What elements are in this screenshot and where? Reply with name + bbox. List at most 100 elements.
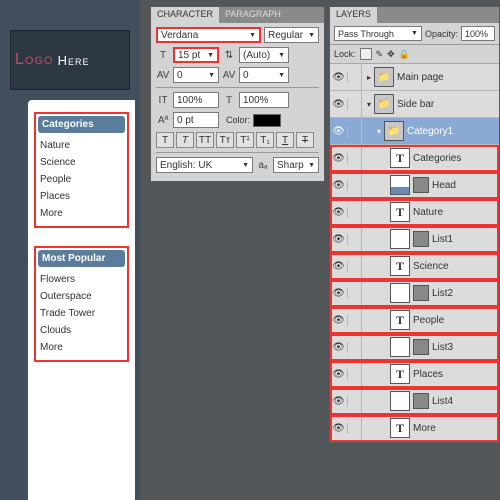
- list-item: Nature: [40, 137, 123, 154]
- lock-transparent-button[interactable]: [360, 48, 372, 60]
- baseline-value: 0 pt: [177, 115, 194, 126]
- tab-character[interactable]: CHARACTER: [151, 7, 219, 23]
- leading-icon: ⇅: [222, 50, 236, 61]
- collapse-arrow-icon[interactable]: ▸: [364, 73, 374, 82]
- tab-paragraph[interactable]: PARAGRAPH: [219, 7, 287, 23]
- kerning-value: 0: [177, 70, 183, 81]
- layer-name: Category1: [407, 126, 453, 137]
- layer-head[interactable]: 👁 Head: [330, 172, 499, 199]
- visibility-toggle[interactable]: 👁: [330, 126, 348, 137]
- visibility-toggle[interactable]: 👁: [330, 315, 348, 326]
- baseline-field[interactable]: 0 pt: [173, 112, 219, 128]
- visibility-toggle[interactable]: 👁: [330, 72, 348, 83]
- layer-group-sidebar[interactable]: 👁 ▾📁Side bar: [330, 91, 499, 118]
- character-panel: CHARACTER PARAGRAPH Verdana▼ Regular ▼ T …: [150, 6, 325, 182]
- opacity-field[interactable]: 100%: [461, 26, 495, 41]
- italic-button[interactable]: T: [176, 132, 194, 148]
- strike-button[interactable]: T: [296, 132, 314, 148]
- layer-name: Categories: [413, 153, 461, 164]
- chevron-down-icon: ▼: [308, 32, 315, 39]
- visibility-toggle[interactable]: 👁: [330, 153, 348, 164]
- layer-name: More: [413, 423, 436, 434]
- underline-button[interactable]: T: [276, 132, 294, 148]
- chevron-down-icon: ▼: [208, 72, 215, 79]
- subscript-button[interactable]: T₁: [256, 132, 274, 148]
- tracking-icon: AV: [222, 70, 236, 81]
- bold-button[interactable]: T: [156, 132, 174, 148]
- mask-thumb: [413, 285, 429, 301]
- type-style-buttons: T T TT Tᴛ T¹ T₁ T T: [156, 132, 319, 148]
- layer-people[interactable]: 👁 TPeople: [330, 307, 499, 334]
- text-layer-icon: T: [390, 256, 410, 276]
- kerning-icon: AV: [156, 70, 170, 81]
- hscale-icon: T: [222, 95, 236, 106]
- antialias-value: Sharp: [277, 160, 304, 171]
- layer-name: Side bar: [397, 99, 434, 110]
- document-preview: Logo Here Categories Nature Science Peop…: [0, 0, 140, 500]
- tracking-select[interactable]: 0▼: [239, 67, 289, 83]
- text-color-swatch[interactable]: [253, 114, 281, 127]
- superscript-button[interactable]: T¹: [236, 132, 254, 148]
- mask-thumb: [413, 231, 429, 247]
- language-select[interactable]: English: UK▼: [156, 157, 253, 173]
- visibility-toggle[interactable]: 👁: [330, 180, 348, 191]
- layer-places[interactable]: 👁 TPlaces: [330, 361, 499, 388]
- visibility-toggle[interactable]: 👁: [330, 423, 348, 434]
- chevron-down-icon: ▼: [242, 162, 249, 169]
- categories-list: Nature Science People Places More: [38, 133, 125, 224]
- lock-all-icon[interactable]: 🔒: [399, 49, 410, 60]
- popular-list: Flowers Outerspace Trade Tower Clouds Mo…: [38, 267, 125, 358]
- text-layer-icon: T: [390, 310, 410, 330]
- kerning-select[interactable]: 0▼: [173, 67, 219, 83]
- expand-arrow-icon[interactable]: ▾: [374, 127, 384, 136]
- layer-list1[interactable]: 👁 List1: [330, 226, 499, 253]
- visibility-toggle[interactable]: 👁: [330, 396, 348, 407]
- leading-select[interactable]: (Auto)▼: [239, 47, 289, 63]
- list-item: Science: [40, 154, 123, 171]
- layer-more[interactable]: 👁 TMore: [330, 415, 499, 442]
- font-style-select[interactable]: Regular ▼: [264, 27, 319, 43]
- smallcaps-button[interactable]: Tᴛ: [216, 132, 234, 148]
- layer-name: List3: [432, 342, 453, 353]
- visibility-toggle[interactable]: 👁: [330, 288, 348, 299]
- visibility-toggle[interactable]: 👁: [330, 369, 348, 380]
- blend-mode-value: Pass Through: [338, 29, 394, 39]
- layer-list2[interactable]: 👁 List2: [330, 280, 499, 307]
- brush-icon[interactable]: ✎: [376, 49, 384, 60]
- layer-group-main[interactable]: 👁 ▸📁Main page: [330, 64, 499, 91]
- visibility-toggle[interactable]: 👁: [330, 99, 348, 110]
- layer-group-category1[interactable]: 👁 ▾📁Category1: [330, 118, 499, 145]
- visibility-toggle[interactable]: 👁: [330, 342, 348, 353]
- layer-name: Head: [432, 180, 456, 191]
- hscale-field[interactable]: 100%: [239, 92, 289, 108]
- font-style-value: Regular: [268, 30, 303, 41]
- layer-categories[interactable]: 👁 TCategories: [330, 145, 499, 172]
- layer-list4[interactable]: 👁 List4: [330, 388, 499, 415]
- layer-list3[interactable]: 👁 List3: [330, 334, 499, 361]
- layer-thumb: [390, 175, 410, 195]
- visibility-toggle[interactable]: 👁: [330, 207, 348, 218]
- list-item: People: [40, 171, 123, 188]
- categories-heading: Categories: [38, 116, 125, 133]
- antialias-select[interactable]: Sharp▼: [273, 157, 319, 173]
- expand-arrow-icon[interactable]: ▾: [364, 100, 374, 109]
- tab-layers[interactable]: LAYERS: [330, 7, 377, 23]
- layer-list: 👁 ▸📁Main page 👁 ▾📁Side bar 👁 ▾📁Category1…: [330, 64, 499, 442]
- leading-value: (Auto): [243, 50, 270, 61]
- layer-nature[interactable]: 👁 TNature: [330, 199, 499, 226]
- layer-name: Main page: [397, 72, 444, 83]
- font-family-select[interactable]: Verdana▼: [156, 27, 261, 43]
- lock-label: Lock:: [334, 49, 356, 59]
- layer-thumb: [390, 391, 410, 411]
- blend-mode-select[interactable]: Pass Through▼: [334, 26, 422, 41]
- vscale-field[interactable]: 100%: [173, 92, 219, 108]
- move-lock-icon[interactable]: ✥: [387, 49, 395, 60]
- allcaps-button[interactable]: TT: [196, 132, 214, 148]
- visibility-toggle[interactable]: 👁: [330, 261, 348, 272]
- visibility-toggle[interactable]: 👁: [330, 234, 348, 245]
- layers-tabs: LAYERS: [330, 7, 499, 23]
- tracking-value: 0: [243, 70, 249, 81]
- layer-science[interactable]: 👁 TScience: [330, 253, 499, 280]
- layer-name: Places: [413, 369, 443, 380]
- font-size-select[interactable]: 15 pt▼: [173, 47, 219, 63]
